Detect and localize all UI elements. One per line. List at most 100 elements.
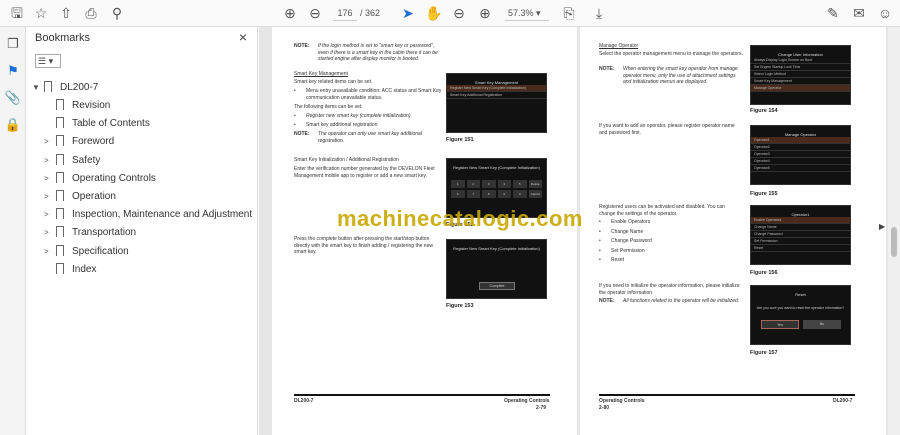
zoom-value: 57.3% <box>508 8 534 18</box>
collapse-right-pane-button[interactable]: ▶ <box>879 222 885 231</box>
paragraph: Registered users can be activated and di… <box>599 204 725 217</box>
bookmark-item[interactable]: > Foreword <box>44 133 114 151</box>
bullet-mark: • <box>294 113 296 119</box>
paragraph: The following items can be set. <box>294 104 363 110</box>
bookmarks-panel: Bookmarks × ☰ ▾ ▼ DL200-7 Revision Table o… <box>26 27 258 435</box>
screen-row: Smart Key Additional Registration <box>447 92 546 99</box>
footer-rule <box>294 394 550 396</box>
page-number-input[interactable]: 176 <box>333 6 357 21</box>
account-icon[interactable]: ☺ <box>876 4 894 22</box>
screen-figure-153: Register New Smart Key (Complete Initial… <box>446 239 547 299</box>
bullet-mark: • <box>599 247 601 254</box>
bookmark-item[interactable]: > Specification <box>44 243 129 261</box>
close-icon[interactable]: × <box>239 29 247 45</box>
bookmark-item[interactable]: Revision <box>44 97 110 115</box>
section-heading: Smart Key Initialization / Additional Re… <box>294 157 399 163</box>
bullet-mark: • <box>599 257 601 263</box>
chevron-right-icon[interactable]: > <box>44 206 54 224</box>
figure-caption: Figure 154 <box>750 108 778 114</box>
section-heading: Manage Operator <box>599 43 639 49</box>
screen-row: Enable Operators <box>751 217 850 224</box>
bookmark-icon <box>56 117 64 129</box>
print-icon[interactable]: ⎙ <box>82 4 100 22</box>
screen-row: Manage Operator <box>751 85 850 92</box>
screen-row: Operator5 <box>751 165 850 172</box>
bookmark-icon <box>56 190 64 201</box>
paragraph: Select the operator management menu to m… <box>599 51 743 57</box>
security-icon[interactable]: 🔒 <box>4 117 22 135</box>
complete-button: Complete <box>479 282 515 290</box>
mail-icon[interactable]: ✉ <box>850 4 868 22</box>
chevron-right-icon[interactable]: > <box>44 133 54 151</box>
toolbar: 🖫 ☆ ⇧ ⎙ ⚲ ⊕ ⊖ 176 / 362 ➤ ✋ ⊖ ⊕ 57.3% ▾ … <box>0 0 900 27</box>
page-down-icon[interactable]: ⊖ <box>306 4 324 22</box>
figure-caption: Figure 157 <box>750 350 778 356</box>
screen-title: Register New Smart Key (Complete Initial… <box>453 246 540 251</box>
note-label: NOTE: <box>599 298 615 304</box>
search-icon[interactable]: ⚲ <box>108 4 126 22</box>
keypad-key: 3 <box>482 180 496 188</box>
bookmark-label: Operation <box>72 191 116 202</box>
page-fit-icon[interactable]: ⎘ <box>560 4 578 22</box>
bullet-text: Smart key additional registration <box>306 122 378 128</box>
note-text: If the login method is set to "smart key… <box>318 43 438 62</box>
figure-caption: Figure 156 <box>750 270 778 276</box>
keypad-key: 5 <box>513 180 527 188</box>
vertical-scrollbar[interactable] <box>888 27 900 435</box>
screen-row: Change Name <box>751 224 850 231</box>
note-text: The operator can only use smart key addi… <box>318 131 422 144</box>
scrollbar-thumb[interactable] <box>891 227 897 257</box>
bookmark-label: Revision <box>72 100 111 111</box>
figure-caption: Figure 155 <box>750 191 778 197</box>
zoom-in-icon[interactable]: ⊕ <box>476 4 494 22</box>
bookmark-label: DL200-7 <box>60 82 99 93</box>
chevron-right-icon[interactable]: > <box>44 243 54 261</box>
footer-section: Operating Controls <box>504 398 550 404</box>
chevron-right-icon[interactable]: > <box>44 152 54 170</box>
zoom-out-icon[interactable]: ⊖ <box>450 4 468 22</box>
keypad-key: 4 <box>497 180 511 188</box>
bookmark-item[interactable]: Index <box>44 261 96 279</box>
screen-row: Operator3 <box>751 151 850 158</box>
note-text: All functions related to the operator wi… <box>623 298 740 304</box>
footer-model: DL200-7 <box>833 398 853 404</box>
paragraph: If you need to initialize the operator i… <box>599 283 740 296</box>
bookmark-item[interactable]: > Transportation <box>44 224 136 242</box>
attachment-icon[interactable]: 📎 <box>4 90 22 108</box>
note-label: NOTE: <box>294 131 310 137</box>
bookmark-item[interactable]: > Operation <box>44 188 116 206</box>
star-icon[interactable]: ☆ <box>32 4 50 22</box>
bookmark-icon <box>44 81 52 92</box>
bookmark-options-button[interactable]: ☰ ▾ <box>35 54 61 68</box>
bookmark-item[interactable]: Table of Contents <box>44 115 150 133</box>
keypad-key: 7 <box>466 190 480 198</box>
bookmark-item[interactable]: > Safety <box>44 152 100 170</box>
scroll-mode-icon[interactable]: ⤓ <box>590 4 608 22</box>
screen-figure-155: Manage Operator Operator1 Operator2 Operato… <box>750 125 851 185</box>
paragraph: Smart key related items can be set. <box>294 79 373 85</box>
chevron-right-icon[interactable]: > <box>44 170 54 188</box>
sign-icon[interactable]: ✎ <box>824 4 842 22</box>
chevron-down-icon[interactable]: ▼ <box>32 79 42 97</box>
bookmark-item[interactable]: > Inspection, Maintenance and Adjustment <box>44 206 252 224</box>
screen-figure-151: Smart Key Management Register New Smart … <box>446 73 547 133</box>
bullet-text: Set Permission <box>611 247 645 254</box>
section-heading: Smart Key Management <box>294 71 348 77</box>
bullet-mark: • <box>294 88 296 94</box>
bullet-text: Menu entry unavailable condition: ACC st… <box>306 88 442 101</box>
save-icon[interactable]: 🖫 <box>8 4 26 22</box>
zoom-select[interactable]: 57.3% ▾ <box>505 6 549 21</box>
upload-icon[interactable]: ⇧ <box>57 4 75 22</box>
bookmark-icon <box>56 262 64 274</box>
pages-icon[interactable]: ❐ <box>4 36 22 54</box>
screen-row: Operator4 <box>751 158 850 165</box>
bookmark-root[interactable]: ▼ DL200-7 <box>32 79 98 97</box>
page-up-icon[interactable]: ⊕ <box>281 4 299 22</box>
bullet-text: Register new smart key (complete initial… <box>306 113 411 119</box>
bookmark-icon[interactable]: ⚑ <box>4 63 22 81</box>
chevron-right-icon[interactable]: > <box>44 224 54 242</box>
cursor-icon[interactable]: ➤ <box>399 4 417 22</box>
hand-icon[interactable]: ✋ <box>425 4 443 22</box>
bookmark-item[interactable]: > Operating Controls <box>44 170 156 188</box>
chevron-right-icon[interactable]: > <box>44 188 54 206</box>
